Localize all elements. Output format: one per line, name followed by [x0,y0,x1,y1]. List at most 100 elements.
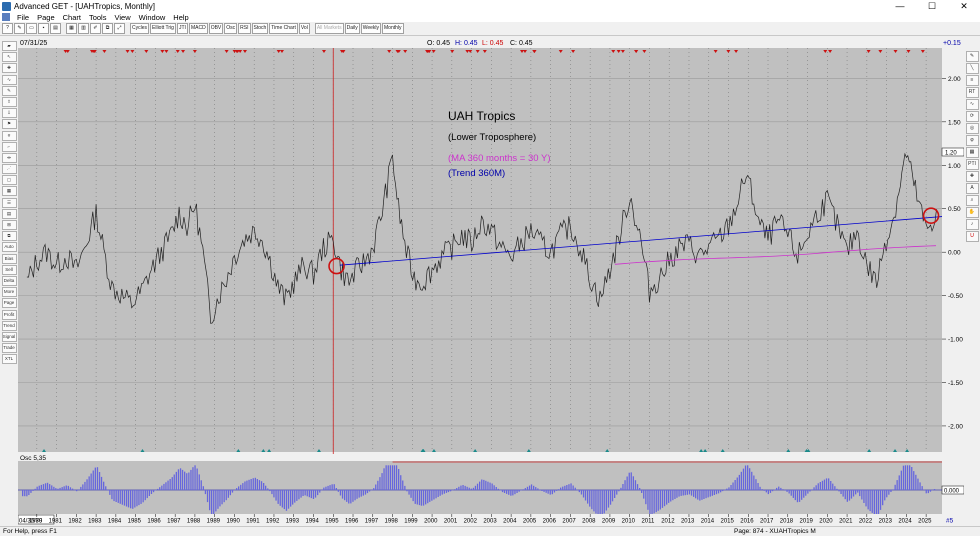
toolbar: ? ✎ ▭ ▪ ▤ ▦ ▥ ✐ ⧉ ⤢ Cycles Elliott Trig … [0,22,980,36]
title-bar: Advanced GET - [UAHTropics, Monthly] — ☐… [0,0,980,12]
toolbar-monthly[interactable]: Monthly [382,23,404,34]
flag-icon[interactable]: ⚑ [1,119,17,130]
pencil-icon[interactable]: ✎ [14,23,25,34]
save-icon[interactable]: ▪ [38,23,49,34]
open-icon[interactable]: ▭ [26,23,37,34]
step-icon[interactable]: ⌐ [1,141,17,152]
bars-icon[interactable]: ☰ [1,197,17,208]
crosshair-tool-icon[interactable]: ✚ [965,171,979,182]
toolbar-cycles[interactable]: Cycles [130,23,150,34]
channel-tool-icon[interactable]: ≡ [965,75,979,86]
toolbar-weekly[interactable]: Weekly [360,23,382,34]
left-tool-trend-chan[interactable]: Trend Chan [1,320,17,331]
magnet-icon[interactable]: U [965,231,979,242]
grid-tool-icon[interactable]: ▦ [1,186,17,197]
line-tool-icon[interactable]: ╲ [965,63,979,74]
osc-bar [44,483,47,490]
target-icon[interactable]: ◎ [965,123,979,134]
toolbar-jti[interactable]: JTI [176,23,188,34]
copy-icon[interactable]: ⧉ [102,23,113,34]
arrow-down-icon[interactable]: ⇩ [1,108,17,119]
left-tool-bias[interactable]: Bias [1,253,17,264]
pen-icon[interactable]: ✎ [1,85,17,96]
osc-bar [730,485,732,490]
left-tool-profit[interactable]: Profit [1,309,17,320]
hand-icon[interactable]: ✋ [965,207,979,218]
left-tool-more-arrs[interactable]: More Arrs [1,287,17,298]
osc-bar [192,467,194,490]
wave-tool-icon[interactable]: ∿ [965,99,979,110]
osc-bar [568,484,570,490]
toolbar-elliott-trig[interactable]: Elliott Trig [150,23,176,34]
toolbar-all-markets[interactable]: All Markets [314,23,344,34]
osc-bar [653,490,655,514]
arrow-up-icon[interactable]: ⇧ [1,96,17,107]
osc-bar [400,475,402,490]
fib-tool-icon[interactable]: φ [965,135,979,146]
toolbar-time-chart[interactable]: Time Chart [269,23,298,34]
text-tool-a[interactable]: A [965,183,979,194]
split-icon[interactable]: ⇹ [1,152,17,163]
cycle-tool-icon[interactable]: ⟳ [965,111,979,122]
grid-icon[interactable]: ▥ [78,23,89,34]
crosshair-icon[interactable]: ✚ [1,63,17,74]
osc-bar [555,490,558,491]
osc-bar [219,490,221,507]
left-tool-xtl[interactable]: XTL [1,354,17,365]
expand-icon[interactable]: ⤢ [114,23,125,34]
osc-bar [898,475,900,490]
chart-canvas[interactable]: 07/31/25 O: 0.45 H: 0.45 L: 0.45 C: 0.45… [18,37,964,526]
maximize-button[interactable]: ☐ [916,0,948,12]
osc-bar [306,490,308,497]
left-tool-trade-profile[interactable]: Trade Profile [1,343,17,354]
channel-icon[interactable]: ▤ [1,208,17,219]
right-tool-pti[interactable]: PTI [965,159,979,170]
pointer-icon[interactable]: ↖ [1,52,17,63]
osc-bar [121,490,123,505]
print-icon[interactable]: ▤ [50,23,61,34]
left-tool-delta[interactable]: Delta [1,275,17,286]
toolbar-macd[interactable]: MACD [188,23,208,34]
toolbar-stoch[interactable]: Stoch [251,23,269,34]
edit-tool-icon[interactable]: ✎ [965,51,979,62]
number-icon[interactable]: # [1,130,17,141]
toolbar-obv[interactable]: OBV [208,23,224,34]
menu-help[interactable]: Help [169,13,192,22]
osc-bar [838,490,840,492]
fan-icon[interactable]: ⋰ [1,164,17,175]
box-icon[interactable]: ▢ [1,175,17,186]
time-tick-label: 1987 [167,519,181,525]
menu-page[interactable]: Page [33,13,59,22]
close-button[interactable]: ✕ [948,0,980,12]
bell-icon[interactable]: ♪ [965,219,979,230]
clone-icon[interactable]: ⧉ [1,231,17,242]
toolbar-rsi[interactable]: RSI [238,23,251,34]
menu-window[interactable]: Window [135,13,170,22]
right-tool-rt[interactable]: RT [965,87,979,98]
minimize-button[interactable]: — [884,0,916,12]
edit-icon[interactable]: ✐ [90,23,101,34]
menu-chart[interactable]: Chart [59,13,85,22]
folder-icon[interactable]: ▰ [1,41,17,51]
osc-bar [244,481,246,490]
osc-bar [402,480,404,490]
wave-icon[interactable]: ∿ [1,74,17,85]
left-tool-signal-trade[interactable]: Signal Trade [1,331,17,342]
left-tool-auto-trend[interactable]: Auto Trend [1,242,17,253]
toolbar-osc[interactable]: Osc [224,23,238,34]
menu-file[interactable]: File [13,13,33,22]
toolbar-vol[interactable]: Vol [298,23,310,34]
ruler-icon[interactable]: ⊞ [1,220,17,230]
squares-icon[interactable]: ▦ [965,147,979,158]
left-tool-sell-stat[interactable]: Sell Stat [1,264,17,275]
help-pointer-icon[interactable]: ? [2,23,13,34]
toolbar-daily[interactable]: Daily [344,23,360,34]
zoom-icon[interactable]: ⌕ [965,195,979,206]
left-tool-page[interactable]: Page [1,298,17,309]
menu-tools[interactable]: Tools [85,13,111,22]
menu-view[interactable]: View [110,13,134,22]
osc-bar [587,490,589,504]
time-tick-label: 2012 [661,519,675,525]
osc-bar [805,490,807,496]
new-chart-icon[interactable]: ▦ [66,23,77,34]
